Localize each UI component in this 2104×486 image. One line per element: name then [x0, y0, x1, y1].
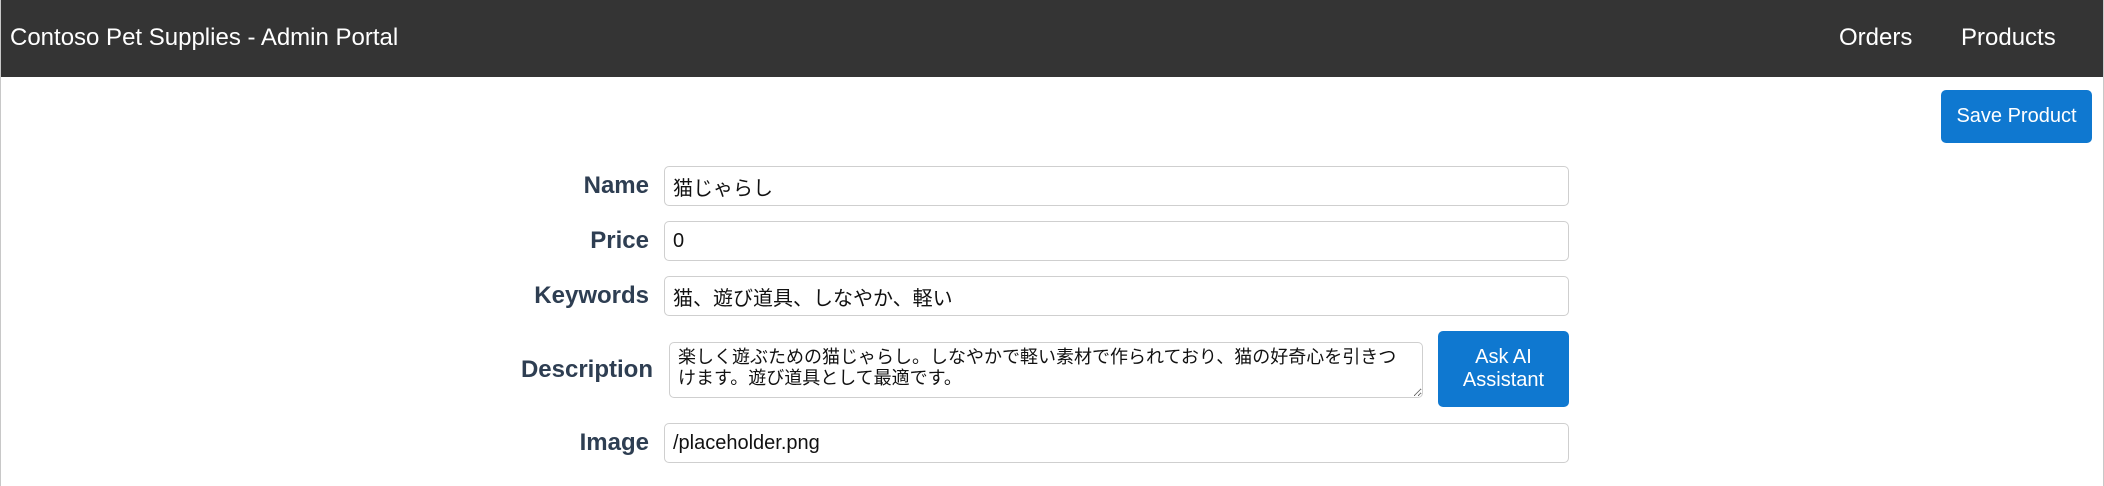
nav-orders-link[interactable]: Orders [1839, 23, 1912, 53]
name-input[interactable] [664, 166, 1569, 206]
keywords-input[interactable] [664, 276, 1569, 316]
name-label: Name [583, 172, 649, 199]
keywords-label: Keywords [534, 282, 649, 309]
image-label: Image [579, 429, 649, 456]
price-label: Price [590, 227, 649, 254]
ask-ai-assistant-button[interactable]: Ask AI Assistant [1438, 331, 1569, 407]
admin-page: Contoso Pet Supplies - Admin Portal Orde… [0, 0, 2104, 486]
price-input[interactable] [664, 221, 1569, 261]
description-label: Description [520, 356, 653, 383]
top-navbar: Contoso Pet Supplies - Admin Portal Orde… [1, 0, 2103, 77]
save-product-button[interactable]: Save Product [1941, 90, 2092, 143]
brand-title[interactable]: Contoso Pet Supplies - Admin Portal [10, 23, 398, 53]
image-input[interactable] [664, 423, 1569, 463]
description-textarea[interactable]: 楽しく遊ぶための猫じゃらし。しなやかで軽い素材で作られており、猫の好奇心を引きつ… [669, 342, 1423, 398]
nav-products-link[interactable]: Products [1961, 23, 2056, 53]
